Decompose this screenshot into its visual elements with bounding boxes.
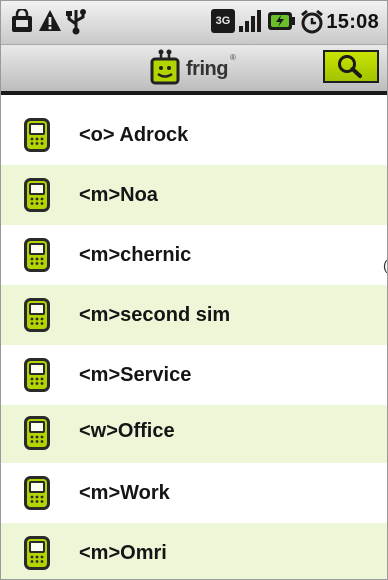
contact-name: <m>Noa xyxy=(79,184,158,206)
network-badge-text: 3G xyxy=(216,15,231,27)
mobile-phone-icon xyxy=(24,536,50,570)
warning-icon xyxy=(39,10,61,31)
search-icon xyxy=(338,55,362,78)
network-3g-icon: 3G xyxy=(211,9,235,33)
list-item[interactable]: <o> Adrock xyxy=(1,105,387,165)
signal-icon xyxy=(239,10,261,32)
contact-name: <o> Adrock xyxy=(79,124,189,146)
mobile-phone-icon xyxy=(24,118,50,152)
logo-text: fring xyxy=(186,58,228,80)
app-header: fring ® xyxy=(1,45,387,95)
clock: 15:08 xyxy=(326,11,379,33)
list-item[interactable]: <w>Office xyxy=(1,405,387,463)
contact-name: <m>second sim xyxy=(79,304,231,326)
list-item[interactable]: <m>chernic xyxy=(1,225,387,285)
mobile-phone-icon xyxy=(24,238,50,272)
mobile-phone-icon xyxy=(24,416,50,450)
contact-name: <w>Office xyxy=(79,420,175,442)
alarm-icon xyxy=(301,9,323,34)
usb-icon xyxy=(66,9,86,35)
scroll-edge-mark: ( xyxy=(383,257,388,273)
mobile-phone-icon xyxy=(24,298,50,332)
mobile-phone-icon xyxy=(24,476,50,510)
mobile-phone-icon xyxy=(24,358,50,392)
status-bar: 3G 15:08 xyxy=(1,1,387,45)
search-button[interactable] xyxy=(323,50,379,83)
contact-name: <m>chernic xyxy=(79,244,192,266)
phone-screen: 3G 15:08 fring ® <o> Adrock <m>Noa <m>ch… xyxy=(0,0,388,580)
contact-name: <m>Service xyxy=(79,364,192,386)
list-item[interactable]: <m>second sim xyxy=(1,285,387,345)
mobile-phone-icon xyxy=(24,178,50,212)
fring-logo: fring ® xyxy=(149,49,236,87)
list-item[interactable]: <m>Noa xyxy=(1,165,387,225)
list-item[interactable]: <m>Service xyxy=(1,345,387,405)
list-item[interactable]: <m>Work xyxy=(1,463,387,523)
list-item[interactable]: <m>Omri xyxy=(1,523,387,579)
bag-icon xyxy=(12,9,32,32)
contact-name: <m>Work xyxy=(79,482,170,504)
contact-name: <m>Omri xyxy=(79,542,167,564)
fring-mascot-icon xyxy=(150,49,180,85)
contact-list: <o> Adrock <m>Noa <m>chernic <m>second s… xyxy=(1,105,387,579)
battery-charging-icon xyxy=(268,12,295,30)
registered-mark: ® xyxy=(230,53,236,62)
